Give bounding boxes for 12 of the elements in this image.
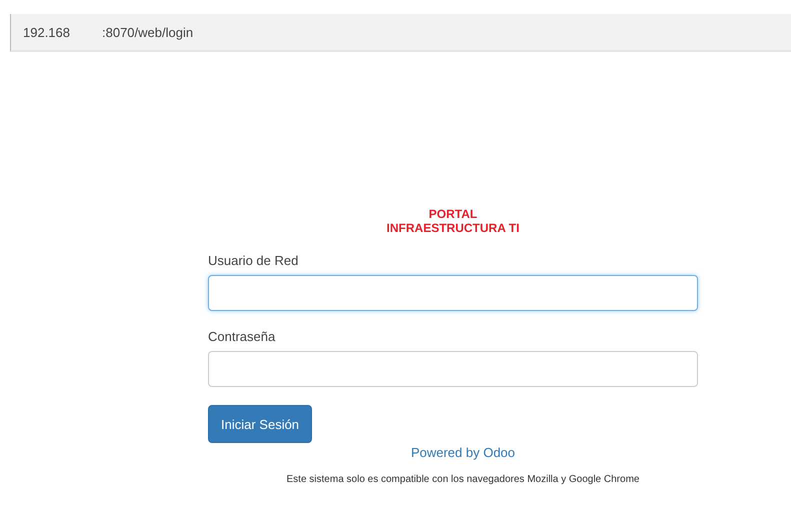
powered-by-link[interactable]: Powered by Odoo: [410, 445, 516, 460]
url-host: 192.168: [23, 24, 70, 40]
login-button[interactable]: Iniciar Sesión: [208, 405, 312, 443]
portal-title: PORTAL: [428, 207, 478, 221]
field-label: Usuario de Red: [208, 253, 300, 268]
input-field[interactable]: [208, 275, 698, 311]
url-path: :8070/web/login: [102, 24, 194, 40]
field-label: Contraseña: [208, 329, 276, 344]
browser-compatibility-note: Este sistema solo es compatible con los navegadores Mozilla y Google Chrome: [286, 474, 640, 485]
portal-subtitle: INFRAESTRUCTURA TI: [386, 221, 520, 235]
input-field[interactable]: [208, 351, 698, 387]
address-bar[interactable]: 192.168 :8070/web/login: [10, 14, 791, 52]
